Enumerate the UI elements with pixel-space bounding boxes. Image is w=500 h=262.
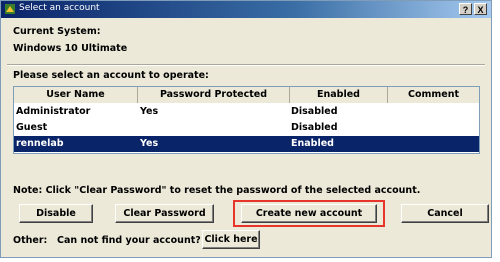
cancel-button[interactable]: Cancel bbox=[401, 204, 489, 223]
window-title: Select an account bbox=[19, 3, 100, 13]
current-system-value: Windows 10 Ultimate bbox=[13, 43, 128, 54]
column-header-password-protected[interactable]: Password Protected bbox=[138, 87, 290, 103]
find-account-question: Can not find your account? bbox=[57, 235, 201, 246]
table-header: User Name Password Protected Enabled Com… bbox=[14, 87, 479, 103]
cell-enabled: Disabled bbox=[291, 122, 338, 133]
column-header-enabled[interactable]: Enabled bbox=[290, 87, 388, 103]
cell-user-name: Administrator bbox=[16, 106, 91, 117]
help-button[interactable]: ? bbox=[459, 3, 472, 15]
app-icon bbox=[5, 4, 15, 14]
accounts-table[interactable]: User Name Password Protected Enabled Com… bbox=[13, 86, 480, 154]
table-row-selected[interactable]: rennelab Yes Enabled bbox=[14, 136, 479, 152]
divider bbox=[7, 64, 485, 66]
select-account-dialog: Select an account ? X Current System: Wi… bbox=[0, 0, 492, 258]
cell-enabled: Enabled bbox=[291, 138, 334, 149]
cell-enabled: Disabled bbox=[291, 106, 338, 117]
column-header-comment[interactable]: Comment bbox=[388, 87, 479, 103]
current-system-label: Current System: bbox=[13, 26, 101, 37]
table-row[interactable]: Guest Disabled bbox=[14, 120, 479, 136]
clear-password-button[interactable]: Clear Password bbox=[115, 204, 214, 223]
column-header-user-name[interactable]: User Name bbox=[14, 87, 138, 103]
click-here-button[interactable]: Click here bbox=[202, 230, 260, 249]
note-text: Note: Click "Clear Password" to reset th… bbox=[13, 185, 421, 196]
cell-user-name: Guest bbox=[16, 122, 48, 133]
other-label: Other: bbox=[13, 235, 48, 246]
title-bar: Select an account ? X bbox=[1, 1, 491, 18]
cell-password-protected: Yes bbox=[140, 138, 159, 149]
close-button[interactable]: X bbox=[474, 3, 487, 15]
table-row[interactable]: Administrator Yes Disabled bbox=[14, 104, 479, 120]
instruction-text: Please select an account to operate: bbox=[13, 70, 209, 81]
disable-button[interactable]: Disable bbox=[19, 204, 93, 223]
highlight-box bbox=[233, 200, 385, 227]
cell-password-protected: Yes bbox=[140, 106, 159, 117]
cell-user-name: rennelab bbox=[16, 138, 64, 149]
